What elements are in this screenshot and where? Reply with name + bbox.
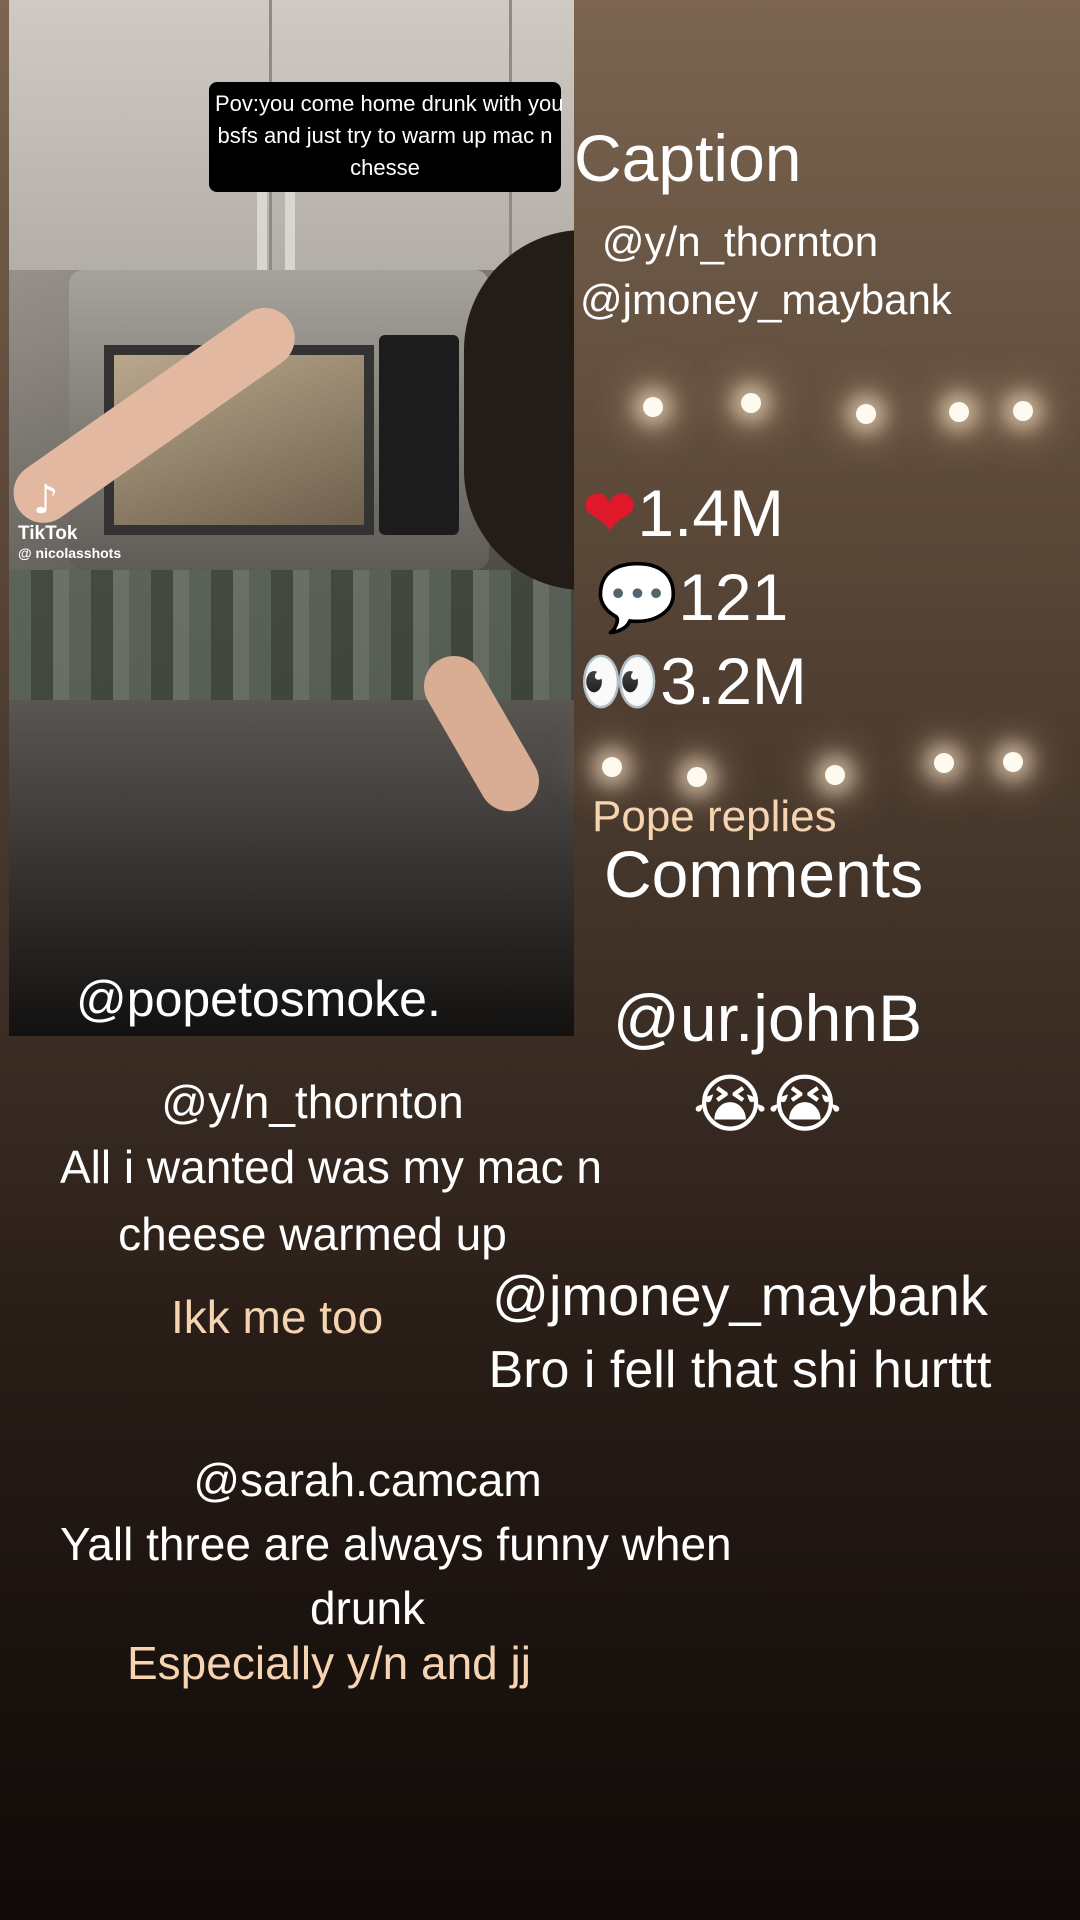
comment-text: 😭😭 <box>692 1068 843 1142</box>
likes-row: ❤1.4M <box>582 476 784 551</box>
eyes-icon: 👀 <box>578 643 661 720</box>
comment-username[interactable]: @ur.johnB <box>600 980 935 1056</box>
tiktok-brand: TikTok <box>18 523 78 544</box>
light-dot <box>825 765 845 785</box>
light-dot <box>687 767 707 787</box>
overlay-caption-line: Pov:you come home drunk with you <box>215 91 564 116</box>
comment-reply: Especially y/n and jj <box>127 1637 531 1689</box>
views-row: 👀3.2M <box>578 644 807 719</box>
views-count: 3.2M <box>660 644 807 718</box>
speech-bubble-icon: 💬 <box>596 559 679 636</box>
light-dot <box>602 757 622 777</box>
microwave-control-panel <box>379 335 459 535</box>
light-dot <box>856 404 876 424</box>
comment-text-line: drunk <box>309 1582 426 1634</box>
comment-reply: Ikk me too <box>171 1291 384 1343</box>
comment-text-line: Yall three are always funny when <box>60 1518 732 1570</box>
light-dot <box>1013 401 1033 421</box>
video-overlay-caption: Pov:you come home drunk with you bsfs an… <box>209 82 564 192</box>
caption-title: Caption <box>574 121 802 195</box>
comment-username[interactable]: @y/n_thornton <box>60 1075 565 1129</box>
light-dot <box>1003 752 1023 772</box>
comments-row: 💬121 <box>596 560 788 635</box>
light-dot <box>643 397 663 417</box>
overlay-caption-line: chesse <box>350 155 420 180</box>
likes-count: 1.4M <box>637 476 785 550</box>
comment-text-line: cheese warmed up <box>118 1208 507 1260</box>
poster-handle[interactable]: @popetosmoke. <box>76 970 441 1028</box>
light-dot <box>934 753 954 773</box>
comment-username[interactable]: @jmoney_maybank <box>485 1263 995 1328</box>
comment-username[interactable]: @sarah.camcam <box>60 1453 675 1507</box>
pope-replies-label: Pope replies <box>592 792 837 841</box>
tiktok-logo-icon: ♪ <box>33 477 59 523</box>
comment-text-line: All i wanted was my mac n <box>60 1141 602 1193</box>
heart-icon: ❤ <box>582 475 638 552</box>
light-dot <box>741 393 761 413</box>
light-dot <box>949 402 969 422</box>
caption-tag[interactable]: @y/n_thornton <box>580 218 900 266</box>
tiktok-watermark-handle: @ nicolasshots <box>18 545 122 561</box>
caption-tag[interactable]: @jmoney_maybank <box>580 276 952 324</box>
comment-text: Bro i fell that shi hurttt <box>488 1341 992 1399</box>
comments-count: 121 <box>678 560 789 634</box>
comments-title: Comments <box>604 837 924 911</box>
overlay-caption-line: bsfs and just try to warm up mac n <box>217 123 553 148</box>
